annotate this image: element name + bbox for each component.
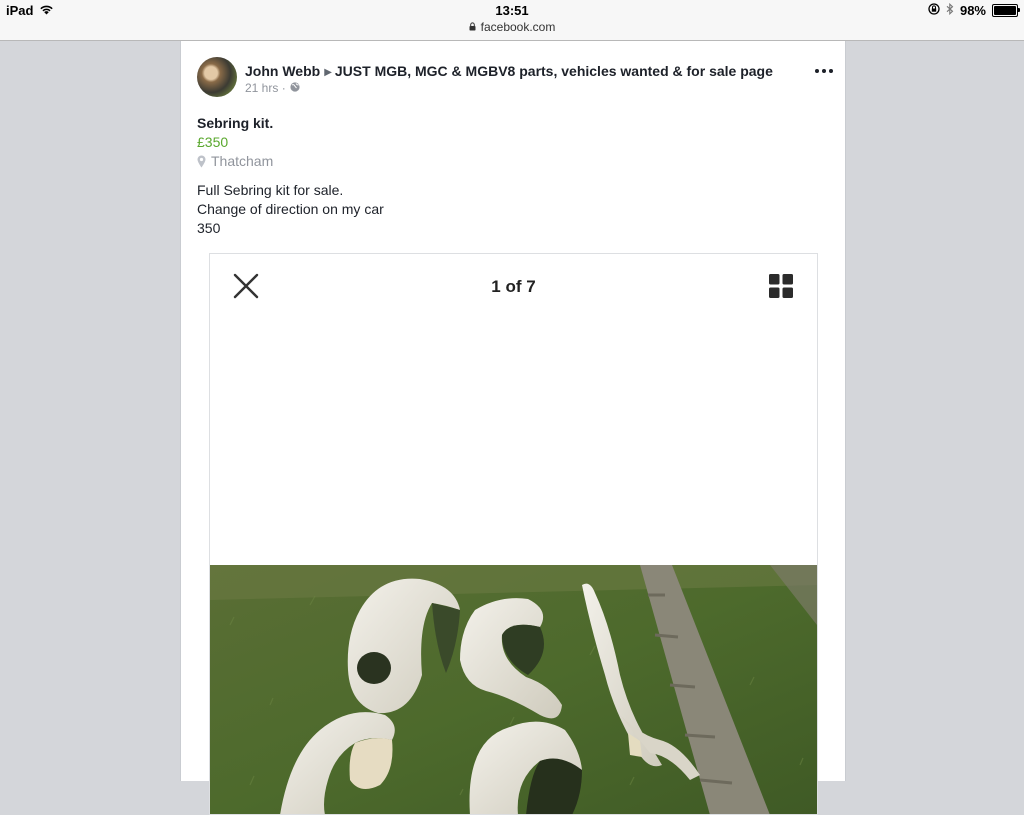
listing-price: £350 (197, 134, 229, 150)
post-photo[interactable]: 1 of 7 (209, 253, 818, 815)
bluetooth-icon (946, 2, 954, 18)
status-right: 98% (928, 2, 1020, 18)
avatar[interactable] (197, 57, 237, 97)
post-header: John Webb ▶ JUST MGB, MGC & MGBV8 parts, v… (245, 63, 805, 79)
status-bar: iPad 13:51 facebook.com 98% (0, 0, 1024, 41)
post-card: John Webb ▶ JUST MGB, MGC & MGBV8 parts, v… (180, 41, 846, 815)
group-name[interactable]: JUST MGB, MGC & MGBV8 parts, vehicles wa… (335, 63, 773, 79)
description-line: Change of direction on my car (197, 201, 384, 217)
car-body-panels-photo (210, 565, 817, 814)
photo-counter: 1 of 7 (491, 277, 536, 296)
url-text: facebook.com (480, 20, 556, 34)
grid-icon (769, 274, 793, 298)
caret-right-icon: ▶ (324, 67, 332, 78)
post-description: Full Sebring kit for sale. Change of dir… (197, 181, 384, 238)
description-line: Full Sebring kit for sale. (197, 182, 344, 198)
address-bar[interactable]: facebook.com (0, 20, 1024, 34)
author-name[interactable]: John Webb (245, 63, 320, 79)
more-options-button[interactable] (815, 69, 833, 75)
battery-percent: 98% (959, 3, 986, 18)
clock: 13:51 (495, 3, 529, 18)
more-dot (815, 69, 819, 73)
post-meta: 21 hrs · (245, 81, 300, 95)
description-line: 350 (197, 220, 221, 236)
orientation-lock-icon (928, 3, 940, 18)
battery-fill (994, 6, 1016, 15)
more-dot (829, 69, 833, 73)
more-dot (822, 69, 826, 73)
globe-icon (290, 81, 300, 95)
location-pin-icon (197, 155, 206, 167)
location-text: Thatcham (211, 153, 274, 169)
battery-icon (992, 4, 1020, 17)
meta-separator: · (281, 81, 286, 95)
listing-title: Sebring kit. (197, 115, 274, 131)
timestamp[interactable]: 21 hrs (245, 81, 278, 95)
listing-location: Thatcham (197, 153, 273, 169)
lock-icon (469, 20, 476, 34)
